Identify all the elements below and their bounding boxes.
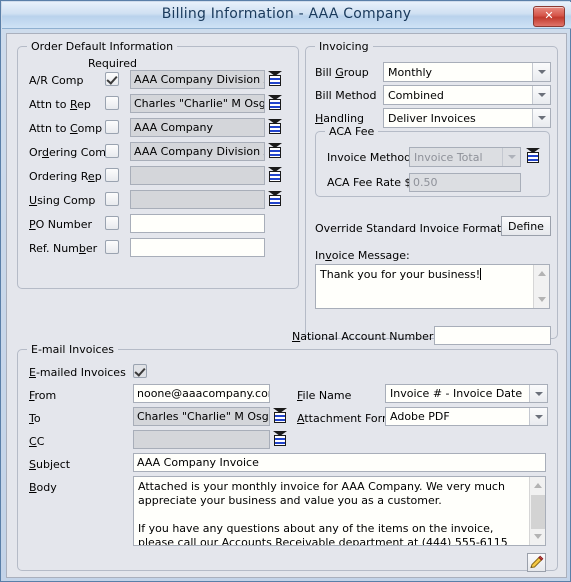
label-bill-group: Bill Group (315, 66, 369, 79)
field-ordering-comp[interactable]: AAA Company Division A (130, 142, 265, 161)
label-ordering-comp: Ordering Comp (29, 146, 113, 159)
checkbox-emailed-invoices[interactable] (133, 364, 147, 378)
edit-body-pencil-icon[interactable] (527, 553, 546, 572)
field-aca-fee-rate[interactable]: 0.50 (409, 173, 521, 192)
select-bill-group[interactable]: Monthly (383, 62, 551, 82)
field-to[interactable]: Charles "Charlie" M Osgood (133, 407, 270, 426)
order-default-group-label: Order Default Information (27, 40, 178, 53)
field-ordering-rep[interactable] (130, 166, 265, 185)
label-attn-to-comp: Attn to Comp (29, 122, 103, 135)
body-scrollbar-thumb[interactable] (531, 495, 545, 529)
label-subject: Subject (29, 458, 71, 471)
select-handling[interactable]: Deliver Invoices (383, 108, 551, 128)
field-cc[interactable] (133, 430, 270, 449)
email-invoices-group-label: E-mail Invoices (27, 343, 119, 356)
field-using-comp[interactable] (130, 190, 265, 209)
required-header: Required (88, 57, 137, 70)
body-textarea[interactable]: Attached is your monthly invoice for AAA… (133, 476, 546, 546)
window-title: Billing Information - AAA Company (161, 6, 412, 22)
label-ar-comp: A/R Comp (29, 74, 84, 87)
checkbox-ordering-comp[interactable] (105, 144, 119, 158)
invoice-message-value: Thank you for your business! (320, 268, 482, 281)
select-file-name[interactable]: Invoice # - Invoice Date (385, 384, 548, 403)
dialog-body: Order Default Information Required A/R C… (6, 33, 567, 578)
field-ar-comp[interactable]: AAA Company Division A (130, 70, 265, 89)
label-body: Body (29, 481, 57, 494)
checkbox-ordering-rep[interactable] (105, 168, 119, 182)
scroll-down-icon-invoice-message[interactable] (534, 292, 549, 307)
checkbox-attn-to-comp[interactable] (105, 120, 119, 134)
label-bill-method: Bill Method (315, 89, 377, 102)
select-bill-method[interactable]: Combined (383, 85, 551, 105)
chevron-down-icon-invoice-method (502, 148, 520, 166)
scroll-up-icon-invoice-message[interactable] (534, 266, 549, 281)
billing-information-window: Billing Information - AAA Company ✕ Orde… (0, 0, 571, 582)
label-invoice-message: Invoice Message: (315, 249, 410, 262)
lookup-icon-attn-to-rep[interactable] (268, 95, 282, 110)
select-attachment-format[interactable]: Adobe PDF (385, 407, 548, 426)
checkbox-po-number[interactable] (105, 216, 119, 230)
field-ref-number[interactable] (130, 238, 265, 257)
label-handling: Handling (315, 112, 365, 125)
bill-method-value: Combined (388, 88, 444, 102)
checkbox-ar-comp[interactable] (105, 72, 119, 86)
field-from[interactable]: noone@aaacompany.com (133, 384, 270, 403)
chevron-down-icon-attachment-format (529, 408, 547, 425)
label-cc: CC (29, 435, 45, 448)
checkbox-using-comp[interactable] (105, 192, 119, 206)
chevron-down-icon-bill-method (532, 86, 550, 104)
lookup-icon-ordering-rep[interactable] (268, 167, 282, 182)
body-scrollbar[interactable] (529, 477, 545, 545)
lookup-icon-using-comp[interactable] (268, 191, 282, 206)
invoicing-group-label: Invoicing (315, 40, 373, 53)
checkbox-attn-to-rep[interactable] (105, 96, 119, 110)
field-po-number[interactable] (130, 214, 265, 233)
lookup-icon-ordering-comp[interactable] (268, 143, 282, 158)
title-bar: Billing Information - AAA Company ✕ (2, 2, 571, 29)
scroll-down-icon-body[interactable] (530, 529, 545, 544)
label-po-number: PO Number (29, 218, 92, 231)
handling-value: Deliver Invoices (388, 111, 476, 125)
label-attn-to-rep: Attn to Rep (29, 98, 91, 111)
field-national-account-number[interactable] (434, 326, 551, 345)
label-invoice-method: Invoice Method (327, 151, 412, 164)
label-ref-number: Ref. Number (29, 242, 98, 255)
body-value: Attached is your monthly invoice for AAA… (138, 480, 508, 546)
label-aca-fee-rate: ACA Fee Rate $ (327, 176, 412, 189)
lookup-icon-invoice-method[interactable] (526, 148, 540, 163)
field-subject[interactable]: AAA Company Invoice (133, 453, 546, 472)
file-name-value: Invoice # - Invoice Date (390, 387, 523, 400)
lookup-icon-attn-to-comp[interactable] (268, 119, 282, 134)
bill-group-value: Monthly (388, 65, 433, 79)
aca-fee-group-label: ACA Fee (325, 125, 379, 138)
select-invoice-method[interactable]: Invoice Total (409, 147, 521, 167)
invoice-method-value: Invoice Total (414, 150, 483, 164)
label-from: From (29, 389, 57, 402)
label-ordering-rep: Ordering Rep (29, 170, 102, 183)
lookup-icon-to[interactable] (273, 408, 287, 423)
checkbox-ref-number[interactable] (105, 240, 119, 254)
lookup-icon-ar-comp[interactable] (268, 71, 282, 86)
label-to: To (29, 412, 41, 425)
close-button[interactable]: ✕ (533, 6, 565, 27)
invoice-message-textarea[interactable]: Thank you for your business! (315, 264, 550, 309)
chevron-down-icon-file-name (529, 385, 547, 402)
label-override-invoice-format: Override Standard Invoice Format (315, 222, 502, 235)
define-button[interactable]: Define (501, 216, 551, 236)
invoice-message-scrollbar[interactable] (533, 265, 549, 308)
field-attn-to-rep[interactable]: Charles "Charlie" M Osgood (130, 94, 265, 113)
attachment-format-value: Adobe PDF (390, 410, 450, 423)
chevron-down-icon-handling (532, 109, 550, 127)
label-file-name: File Name (297, 389, 352, 402)
label-using-comp: Using Comp (29, 194, 96, 207)
chevron-down-icon-bill-group (532, 63, 550, 81)
label-emailed-invoices: E-mailed Invoices (29, 366, 126, 379)
label-national-account-number: National Account Number (292, 330, 434, 343)
field-attn-to-comp[interactable]: AAA Company (130, 118, 265, 137)
lookup-icon-cc[interactable] (273, 431, 287, 446)
scroll-up-icon-body[interactable] (530, 478, 545, 493)
